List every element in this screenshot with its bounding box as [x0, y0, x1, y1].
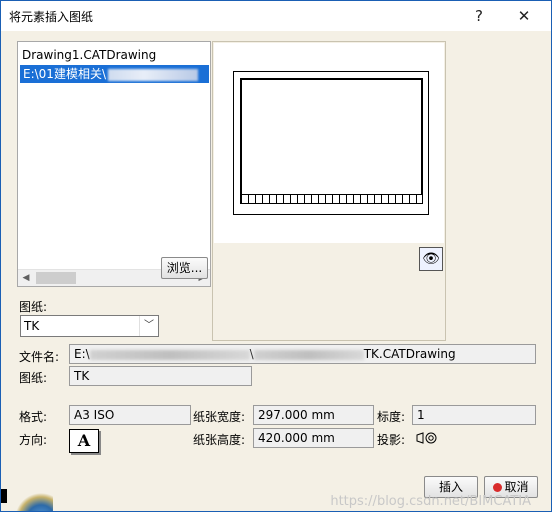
insert-button-label: 插入 — [438, 480, 463, 494]
watermark-text: https://blog.csdn.net/BIMCATIA — [330, 494, 531, 509]
insert-element-dialog: 将元素插入图纸 ? ✕ Drawing1.CATDrawing E:\01建模相… — [0, 0, 552, 512]
cancel-button-label: 取消 — [504, 480, 529, 494]
sheet-label: 图纸: — [19, 371, 48, 385]
dialog-content: Drawing1.CATDrawing E:\01建模相关\ ◀ ▶ 浏览...… — [1, 31, 551, 511]
drawing-title-block — [240, 194, 423, 204]
list-item-text: Drawing1.CATDrawing — [22, 48, 157, 62]
close-button[interactable]: ✕ — [509, 4, 539, 28]
logo-mark — [1, 489, 7, 503]
scroll-thumb[interactable] — [36, 272, 76, 284]
sheet-field: TK — [69, 366, 252, 386]
browse-button[interactable]: 浏览... — [161, 257, 208, 279]
drawing-thumbnail — [233, 71, 429, 215]
filename-prefix: E:\ — [74, 347, 90, 361]
paper-width-label: 纸张宽度: — [193, 410, 246, 424]
title-bar: 将元素插入图纸 ? ✕ — [1, 1, 551, 31]
sheet-select-value: TK — [24, 319, 40, 333]
cancel-red-icon — [493, 483, 503, 492]
redacted-path — [253, 349, 364, 360]
redacted-text — [107, 68, 198, 81]
sheet-select-label: 图纸: — [19, 300, 48, 314]
paper-width-field: 297.000 mm — [253, 405, 374, 425]
list-item-selected[interactable]: E:\01建模相关\ — [20, 65, 209, 83]
redacted-path — [89, 349, 250, 360]
catia-logo — [1, 479, 53, 511]
portrait-orientation-icon[interactable]: A — [69, 429, 99, 453]
list-item-text: E:\01建模相关\ — [23, 67, 106, 81]
first-angle-projection-icon — [416, 432, 437, 444]
filename-field: E:\ \ TK.CATDrawing — [69, 344, 536, 364]
format-field: A3 ISO — [69, 405, 191, 425]
scale-label: 标度: — [377, 410, 406, 424]
scale-field: 1 — [412, 405, 536, 425]
drawing-border — [240, 78, 423, 196]
paper-height-label: 纸张高度: — [193, 433, 246, 447]
chevron-down-icon[interactable]: ﹀ — [139, 316, 158, 336]
projection-label: 投影: — [377, 433, 406, 447]
drawing-preview — [214, 43, 444, 243]
paper-height-field: 420.000 mm — [253, 428, 374, 448]
help-button[interactable]: ? — [464, 4, 494, 28]
document-list[interactable]: Drawing1.CATDrawing E:\01建模相关\ ◀ ▶ — [17, 41, 211, 287]
window-title: 将元素插入图纸 — [9, 10, 94, 24]
orientation-label: 方向: — [19, 433, 48, 447]
filename-label: 文件名: — [19, 350, 60, 364]
list-item-drawing1[interactable]: Drawing1.CATDrawing — [22, 46, 156, 64]
filename-suffix: TK.CATDrawing — [363, 347, 456, 361]
format-label: 格式: — [19, 410, 48, 424]
eye-icon[interactable]: 👁 — [419, 247, 443, 271]
sheet-select[interactable]: TK ﹀ — [20, 315, 159, 337]
scroll-left-icon[interactable]: ◀ — [18, 270, 34, 286]
